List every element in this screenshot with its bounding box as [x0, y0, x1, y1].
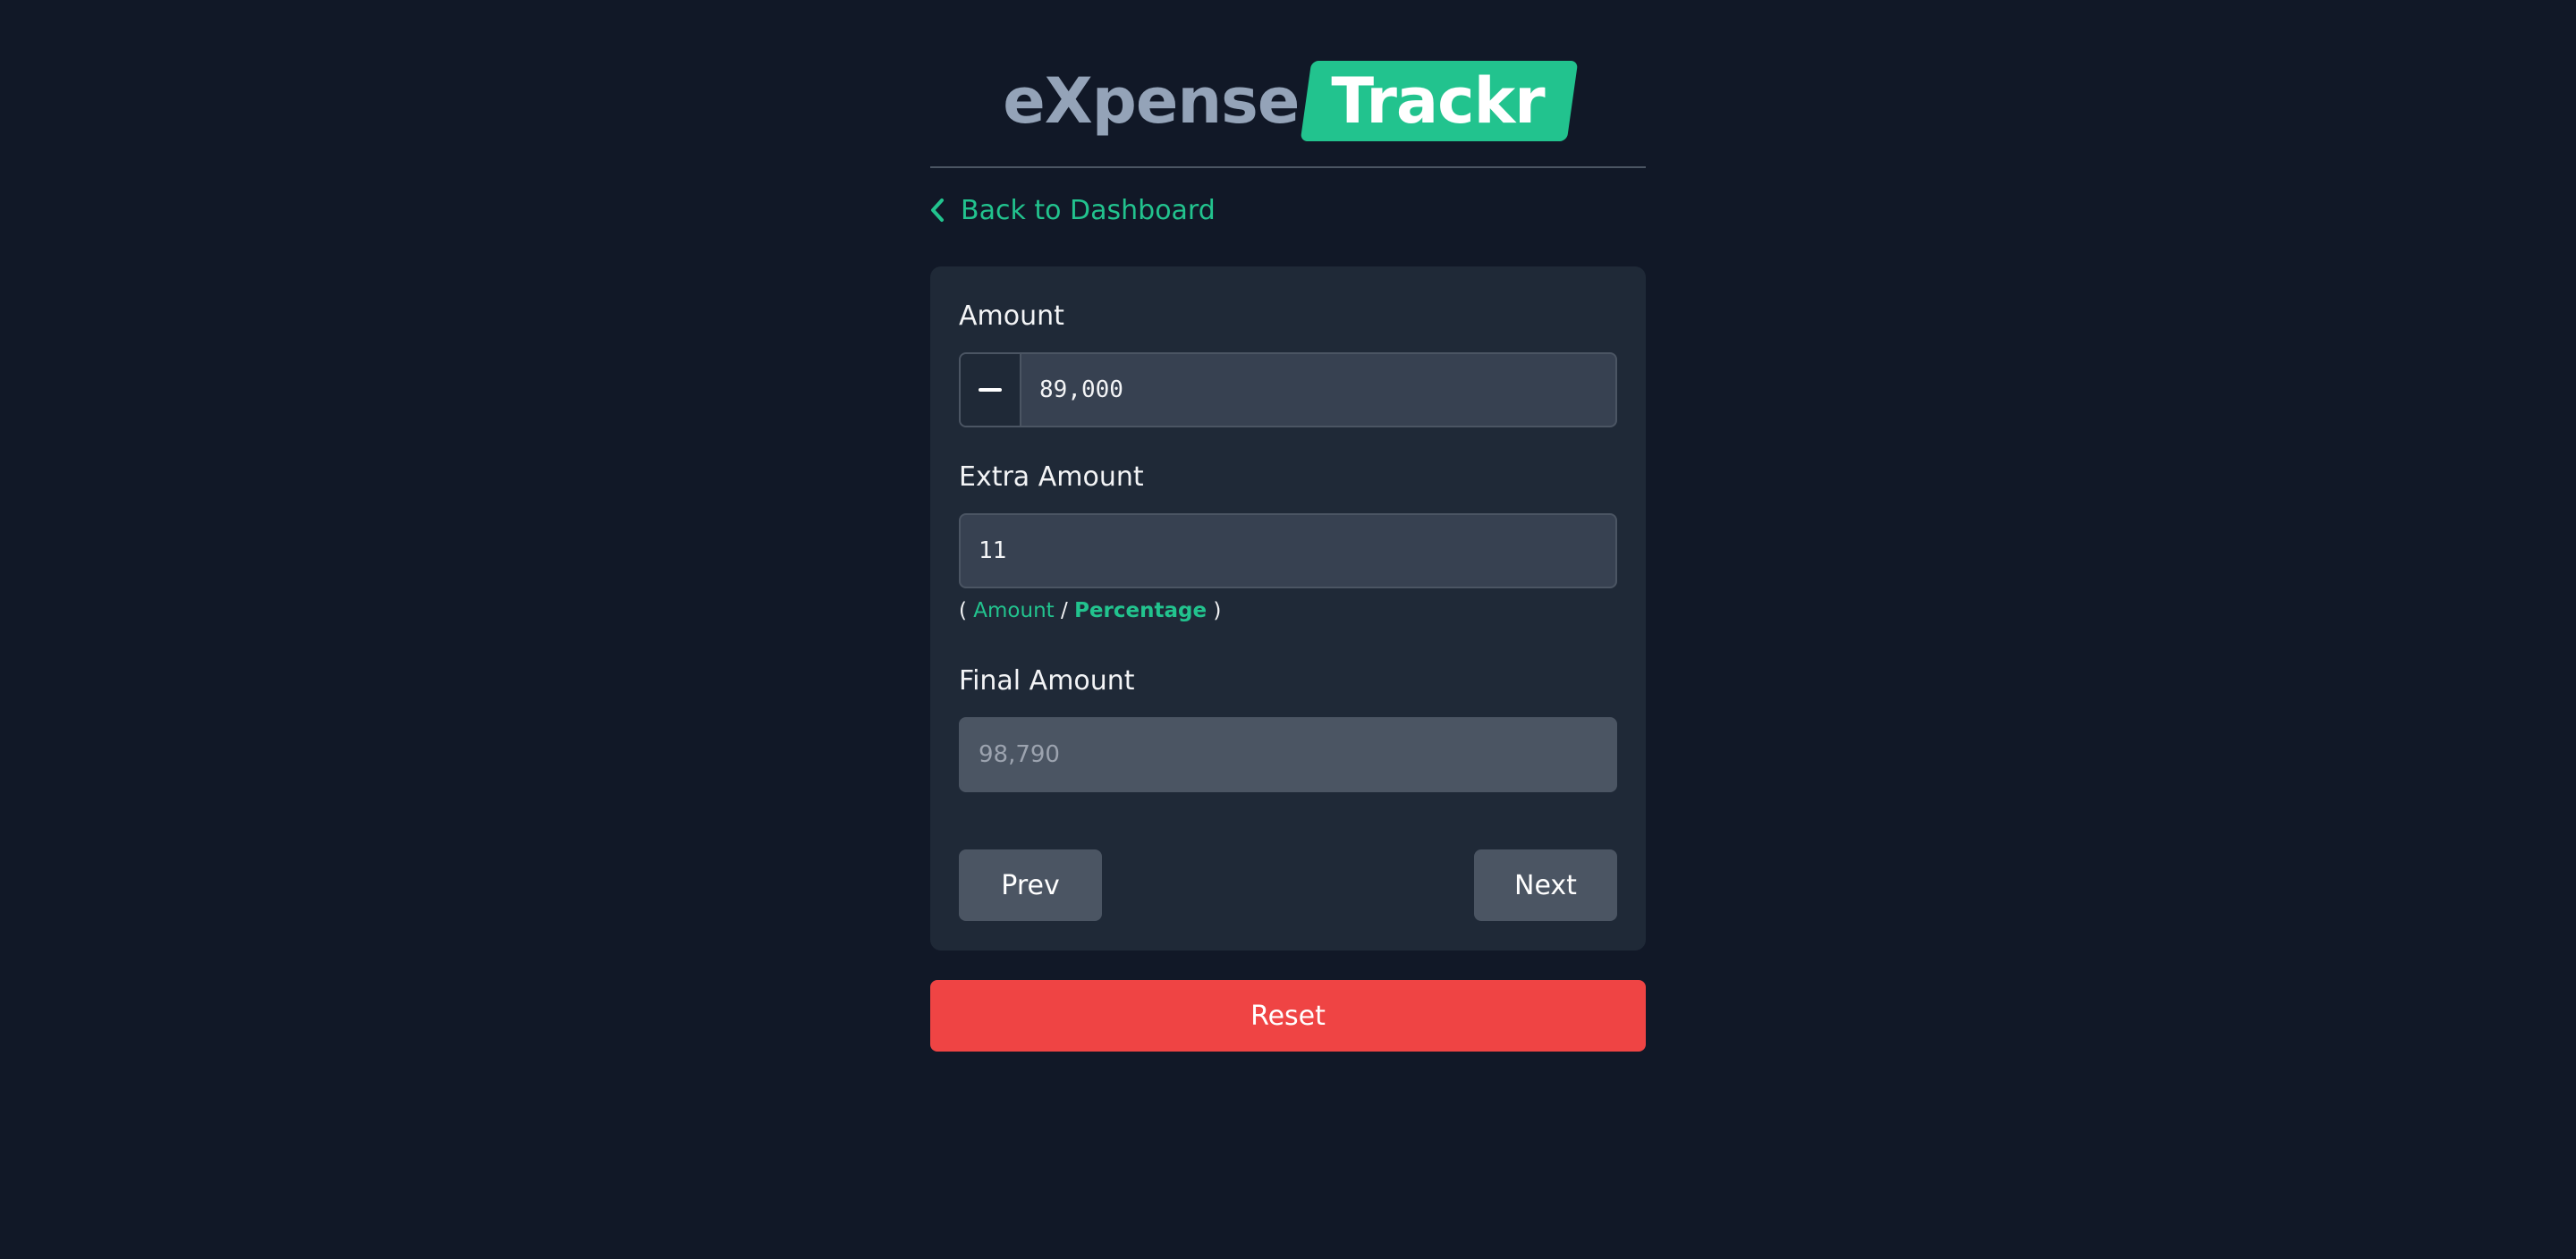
back-link-label: Back to Dashboard — [961, 194, 1216, 226]
final-amount-label: Final Amount — [959, 665, 1135, 697]
minus-sign-toggle[interactable] — [961, 354, 1021, 426]
extra-amount-mode-toggle: ( Amount / Percentage ) — [959, 599, 1221, 622]
main-column: eXpense Trackr Back to Dashboard Amount … — [930, 0, 1646, 1052]
amount-label: Amount — [959, 300, 1064, 332]
toggle-open-paren: ( — [959, 599, 967, 622]
chevron-left-icon — [931, 199, 944, 222]
logo-wordmark: eXpense Trackr — [1003, 61, 1572, 141]
minus-icon — [979, 388, 1002, 392]
logo-badge: Trackr — [1306, 61, 1572, 141]
logo-text-expense: eXpense — [1003, 64, 1300, 138]
next-button[interactable]: Next — [1474, 849, 1617, 921]
app-logo: eXpense Trackr — [930, 0, 1646, 166]
back-to-dashboard-link[interactable]: Back to Dashboard — [930, 188, 1216, 232]
toggle-close-paren: ) — [1213, 599, 1222, 622]
mode-percentage-option[interactable]: Percentage — [1074, 599, 1207, 622]
amount-input[interactable]: 89,000 — [959, 352, 1617, 427]
header-divider — [930, 166, 1646, 168]
page: eXpense Trackr Back to Dashboard Amount … — [0, 0, 2576, 1259]
final-amount-value: 98,790 — [979, 741, 1060, 768]
extra-amount-input[interactable]: 11 — [959, 513, 1617, 588]
final-amount-field: 98,790 — [959, 717, 1617, 792]
prev-button[interactable]: Prev — [959, 849, 1102, 921]
extra-amount-label: Extra Amount — [959, 461, 1144, 493]
logo-text-trackr: Trackr — [1331, 64, 1545, 138]
toggle-separator: / — [1061, 599, 1068, 622]
mode-amount-option[interactable]: Amount — [973, 599, 1054, 622]
amount-form-card: Amount 89,000 Extra Amount 11 ( Amount /… — [930, 266, 1646, 951]
reset-button[interactable]: Reset — [930, 980, 1646, 1052]
extra-amount-value: 11 — [979, 537, 1007, 564]
amount-value: 89,000 — [1039, 376, 1123, 403]
